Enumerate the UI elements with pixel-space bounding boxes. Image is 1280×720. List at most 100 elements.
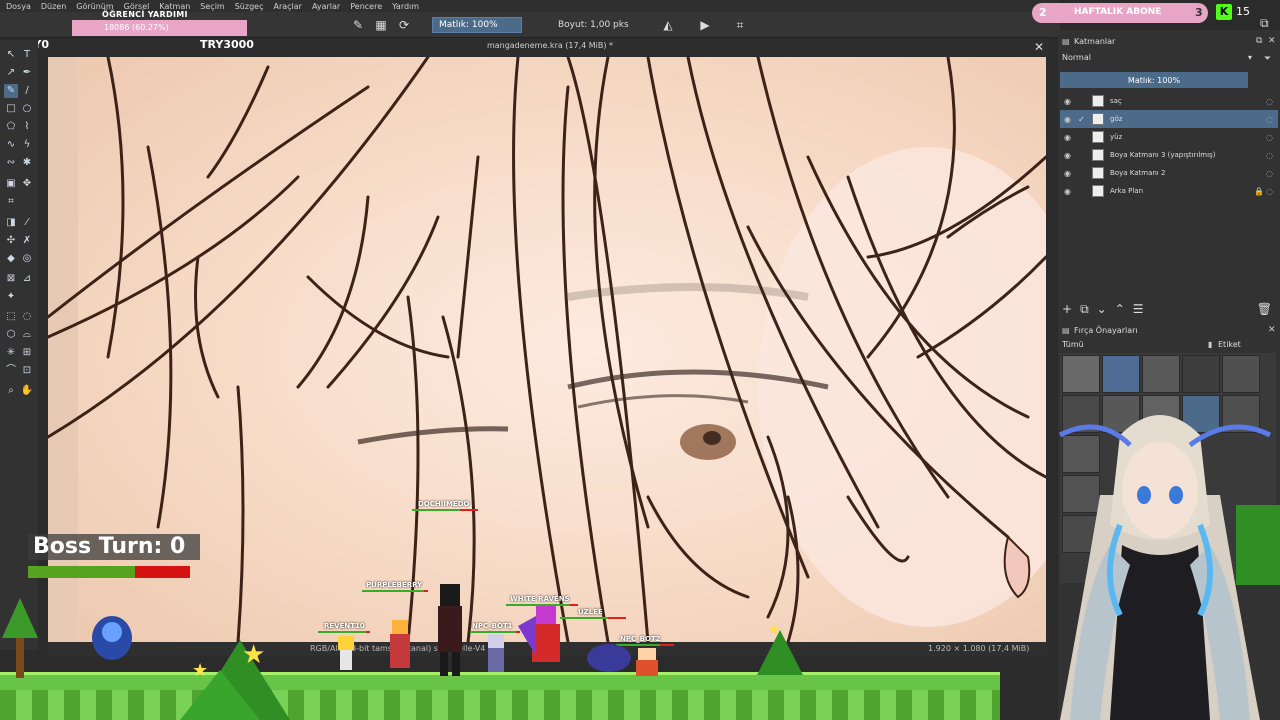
menu-item[interactable]: Düzen: [41, 2, 66, 11]
menu-item[interactable]: Ayarlar: [312, 2, 340, 11]
measure-tool-icon[interactable]: ⊿: [20, 272, 34, 286]
fill-tool-icon[interactable]: ◆: [4, 252, 18, 266]
player-name-tag: DOCHIIMEDO: [418, 500, 470, 508]
transform-tool-icon[interactable]: ▣: [4, 177, 18, 191]
opacity-field[interactable]: Matlık: 100%: [432, 17, 522, 33]
brush-filter-select[interactable]: Tümü: [1062, 340, 1084, 349]
lock-icon[interactable]: 🔒: [1254, 187, 1266, 196]
brush-tool-icon[interactable]: ✎: [4, 84, 18, 98]
layer-row[interactable]: ◉ Boya Katmanı 3 (yapıştırılmış) ◌: [1060, 146, 1278, 164]
ellipse-select-icon[interactable]: ◌: [20, 310, 34, 324]
player-name-tag: NPC_BOT1: [472, 622, 513, 630]
bezier-select-icon[interactable]: ⌒: [4, 364, 18, 378]
layer-row[interactable]: ◉ ✓ göz ◌: [1060, 110, 1278, 128]
alpha-icon[interactable]: ◌: [1266, 151, 1278, 160]
eye-icon[interactable]: ◉: [1064, 115, 1078, 124]
document-title: mangadeneme.kra (17,4 MiB) *: [486, 41, 614, 50]
multibrush-icon[interactable]: ✱: [20, 156, 34, 170]
move-tool-icon[interactable]: ✥: [20, 177, 34, 191]
delete-layer-icon[interactable]: 🗑: [1257, 302, 1272, 320]
player-sprite: [390, 620, 410, 668]
brush-preset[interactable]: [1222, 355, 1260, 393]
move-down-icon[interactable]: ⌄: [1097, 302, 1107, 320]
menu-item[interactable]: Yardım: [392, 2, 419, 11]
rectangle-tool-icon[interactable]: □: [4, 102, 18, 116]
alpha-lock-icon[interactable]: ▦: [373, 17, 389, 33]
outline-select-icon[interactable]: ⌓: [20, 328, 34, 342]
layer-row[interactable]: ◉ Arka Plan 🔒 ◌: [1060, 182, 1278, 200]
panel-close-icon[interactable]: ✕: [1268, 36, 1276, 46]
layer-row[interactable]: ◉ saç ◌: [1060, 92, 1278, 110]
menu-item[interactable]: Araçlar: [273, 2, 301, 11]
close-document-icon[interactable]: ✕: [1034, 40, 1044, 54]
brush-preset[interactable]: [1182, 355, 1220, 393]
blend-mode-select[interactable]: Normal ▾: [1062, 53, 1252, 65]
vtuber-avatar: [1058, 415, 1280, 720]
brush-preset[interactable]: [1142, 355, 1180, 393]
reload-icon[interactable]: ⟳: [396, 17, 412, 33]
edit-shapes-icon[interactable]: ↗: [4, 66, 18, 80]
polyline-tool-icon[interactable]: ⌇: [20, 120, 34, 134]
brush-panel-icon: ▤: [1062, 326, 1070, 335]
alpha-icon[interactable]: ◌: [1266, 115, 1278, 124]
reference-tool-icon[interactable]: ✦: [4, 290, 18, 304]
rect-select-icon[interactable]: ⬚: [4, 310, 18, 324]
panel-layout-icon[interactable]: ⧉: [1260, 16, 1269, 31]
similar-select-icon[interactable]: ⊞: [20, 346, 34, 360]
gradient-tool-icon[interactable]: ◨: [4, 216, 18, 230]
menu-item[interactable]: Dosya: [6, 2, 31, 11]
zoom-tool-icon[interactable]: ⌕: [4, 384, 18, 398]
filter-icon[interactable]: ⏷: [1264, 54, 1271, 64]
alpha-icon[interactable]: ◌: [1266, 97, 1278, 106]
enclose-fill-icon[interactable]: ◎: [20, 252, 34, 266]
crop-icon[interactable]: ⌗: [732, 17, 748, 33]
layer-row[interactable]: ◉ yüz ◌: [1060, 128, 1278, 146]
bezier-tool-icon[interactable]: ∿: [4, 138, 18, 152]
eye-icon[interactable]: ◉: [1064, 151, 1078, 160]
line-tool-icon[interactable]: /: [20, 84, 34, 98]
add-layer-icon[interactable]: +: [1062, 302, 1072, 320]
brush-preset[interactable]: [1102, 355, 1140, 393]
eye-icon[interactable]: ◉: [1064, 169, 1078, 178]
magnetic-select-icon[interactable]: ⊡: [20, 364, 34, 378]
assistant-icon[interactable]: ⊠: [4, 272, 18, 286]
menu-item[interactable]: Süzgeç: [235, 2, 264, 11]
layer-thumbnail: [1092, 113, 1104, 125]
layer-opacity-slider[interactable]: Matlık: 100%: [1060, 72, 1248, 88]
ellipse-tool-icon[interactable]: ○: [20, 102, 34, 116]
menu-item[interactable]: Pencere: [350, 2, 382, 11]
menu-item[interactable]: Seçim: [200, 2, 224, 11]
pan-tool-icon[interactable]: ✋: [20, 384, 34, 398]
eye-icon[interactable]: ◉: [1064, 97, 1078, 106]
select-tool-icon[interactable]: ↖: [4, 48, 18, 62]
crop-tool-icon[interactable]: ⌗: [4, 195, 18, 209]
brush-panel-close-icon[interactable]: ✕: [1268, 325, 1276, 335]
dynamic-brush-icon[interactable]: ∾: [4, 156, 18, 170]
eraser-icon[interactable]: ✎: [350, 17, 366, 33]
layer-row[interactable]: ◉ Boya Katmanı 2 ◌: [1060, 164, 1278, 182]
brush-tag-select[interactable]: Etiket: [1218, 340, 1241, 349]
polygon-select-icon[interactable]: ⬡: [4, 328, 18, 342]
alpha-icon[interactable]: ◌: [1266, 169, 1278, 178]
eye-icon[interactable]: ◉: [1064, 187, 1078, 196]
brush-preset[interactable]: [1062, 355, 1100, 393]
duplicate-layer-icon[interactable]: ⧉: [1080, 302, 1089, 320]
smart-patch-icon[interactable]: ✣: [4, 234, 18, 248]
play-icon[interactable]: ▶: [697, 17, 713, 33]
contiguous-select-icon[interactable]: ✳: [4, 346, 18, 360]
alpha-icon[interactable]: ◌: [1266, 133, 1278, 142]
freehand-path-icon[interactable]: ϟ: [20, 138, 34, 152]
alpha-icon[interactable]: ◌: [1266, 187, 1278, 196]
calligraphy-icon[interactable]: ✒: [20, 66, 34, 80]
player-sprite: [587, 644, 631, 672]
move-up-icon[interactable]: ⌃: [1115, 302, 1125, 320]
text-tool-icon[interactable]: T: [20, 48, 34, 62]
assistant-tool-icon[interactable]: ✗: [20, 234, 34, 248]
mirror-horizontal-icon[interactable]: ◭: [660, 17, 676, 33]
eye-icon[interactable]: ◉: [1064, 133, 1078, 142]
layer-properties-icon[interactable]: ☰: [1133, 302, 1144, 320]
polygon-tool-icon[interactable]: ⬠: [4, 120, 18, 134]
color-picker-icon[interactable]: ⁄: [20, 216, 34, 230]
panel-float-icon[interactable]: ⧉: [1256, 36, 1262, 46]
size-field[interactable]: Boyut: 1,00 pks: [552, 17, 652, 33]
